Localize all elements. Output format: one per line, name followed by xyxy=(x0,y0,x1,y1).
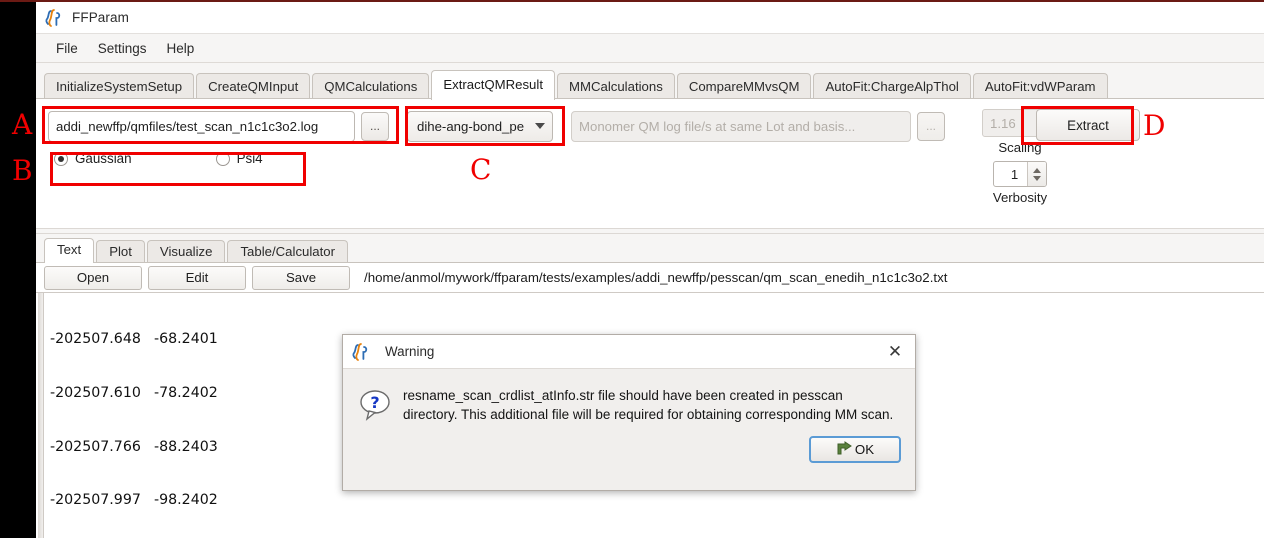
chevron-down-icon xyxy=(535,123,545,129)
row-angle: -98.2402 xyxy=(154,492,218,509)
row-angle: -68.2401 xyxy=(154,330,218,347)
radio-psi4-indicator xyxy=(215,151,230,166)
edit-button[interactable]: Edit xyxy=(148,265,246,290)
tab-autofit-chargealpthol[interactable]: AutoFit:ChargeAlpThol xyxy=(813,73,971,100)
tab-qmcalculations[interactable]: QMCalculations xyxy=(312,73,430,100)
text-row: -202507.766 -88.2403 xyxy=(50,439,227,457)
close-icon[interactable]: ✕ xyxy=(883,340,907,364)
text-row: -202507.997 -98.2402 xyxy=(50,492,227,510)
calc-type-combobox[interactable]: dihe-ang-bond_pe xyxy=(407,110,553,142)
qm-program-radiogroup: Gaussian Psi4 xyxy=(54,151,263,166)
annotation-letter-c: C xyxy=(470,153,492,186)
extract-input-row: addi_newffp/qmfiles/test_scan_n1c1c3o2.l… xyxy=(48,109,945,143)
question-balloon-icon: ? xyxy=(359,387,403,426)
annotation-letter-d: D xyxy=(1143,109,1166,142)
extract-panel: addi_newffp/qmfiles/test_scan_n1c1c3o2.l… xyxy=(36,98,1264,228)
ok-button[interactable]: OK xyxy=(809,436,901,463)
extract-button[interactable]: Extract xyxy=(1036,109,1140,141)
verbosity-spinner-arrows[interactable] xyxy=(1027,162,1046,186)
result-toolbar: Open Edit Save /home/anmol/mywork/ffpara… xyxy=(36,262,1264,292)
tab-autofit-vdwparam[interactable]: AutoFit:vdWParam xyxy=(972,73,1108,100)
text-row: -202507.610 -78.2402 xyxy=(50,385,227,403)
verbosity-group: 1 Verbosity xyxy=(958,161,1082,205)
verbosity-value: 1 xyxy=(1010,166,1019,182)
row-angle: -78.2402 xyxy=(154,384,218,401)
qm-log-file-input[interactable]: addi_newffp/qmfiles/test_scan_n1c1c3o2.l… xyxy=(48,110,355,142)
monomer-log-input[interactable]: Monomer QM log file/s at same Lot and ba… xyxy=(571,110,911,142)
radio-gaussian-label: Gaussian xyxy=(75,151,132,166)
menu-help[interactable]: Help xyxy=(157,38,205,59)
svg-text:?: ? xyxy=(370,393,379,412)
main-tabbar: InitializeSystemSetup CreateQMInput QMCa… xyxy=(36,63,1264,100)
annotation-letter-b: B xyxy=(12,154,33,187)
save-button[interactable]: Save xyxy=(252,265,350,290)
radio-gaussian[interactable]: Gaussian xyxy=(54,151,132,166)
menu-settings[interactable]: Settings xyxy=(88,38,157,59)
row-energy: -202507.766 xyxy=(50,438,141,455)
tab-plot[interactable]: Plot xyxy=(96,240,145,263)
verbosity-caption: Verbosity xyxy=(992,190,1048,205)
spinner-up-icon xyxy=(1033,167,1041,173)
tab-initializesystemsetup[interactable]: InitializeSystemSetup xyxy=(44,73,195,100)
tab-table-calculator[interactable]: Table/Calculator xyxy=(227,240,349,263)
radio-psi4-label: Psi4 xyxy=(236,151,263,166)
window-title: FFParam xyxy=(72,10,129,25)
dialog-title: Warning xyxy=(385,344,435,359)
result-text-lines: -202507.648 -68.2401 -202507.610 -78.2402 … xyxy=(50,295,227,538)
tab-comparemmvsqm[interactable]: CompareMMvsQM xyxy=(676,73,812,100)
qm-log-browse-button[interactable]: ... xyxy=(361,111,389,141)
green-arrow-icon xyxy=(836,440,853,459)
tab-visualize[interactable]: Visualize xyxy=(146,240,226,263)
radio-gaussian-indicator xyxy=(54,151,68,166)
calc-type-value: dihe-ang-bond_pe xyxy=(417,118,525,134)
text-row: -202507.648 -68.2401 xyxy=(50,331,227,349)
row-energy: -202507.648 xyxy=(50,330,141,347)
row-energy: -202507.997 xyxy=(50,492,141,509)
tab-mmcalculations[interactable]: MMCalculations xyxy=(557,73,675,100)
tab-text[interactable]: Text xyxy=(44,238,95,263)
dialog-message: resname_scan_crdlist_atInfo.str file sho… xyxy=(403,388,894,422)
row-angle: -88.2403 xyxy=(154,438,218,455)
dialog-body: ? resname_scan_crdlist_atInfo.str file s… xyxy=(343,369,915,426)
menu-file[interactable]: File xyxy=(46,38,88,59)
textarea-gutter xyxy=(38,293,44,538)
menubar: File Settings Help xyxy=(36,34,1264,63)
ffparam-window: FFParam File Settings Help InitializeSys… xyxy=(36,2,1264,538)
annotation-letter-a: A xyxy=(12,108,33,141)
radio-psi4[interactable]: Psi4 xyxy=(215,151,263,166)
warning-dialog: Warning ✕ ? resname_scan_crdlist_atInfo.… xyxy=(342,334,916,491)
scaling-caption: Scaling xyxy=(998,140,1042,155)
dialog-titlebar: Warning ✕ xyxy=(343,335,915,369)
ok-button-label: OK xyxy=(854,442,875,457)
spinner-down-icon xyxy=(1033,175,1041,181)
row-energy: -202507.610 xyxy=(50,384,141,401)
tab-createqminput[interactable]: CreateQMInput xyxy=(196,73,311,100)
verbosity-spinner[interactable]: 1 xyxy=(993,161,1047,187)
monomer-log-browse-button[interactable]: ... xyxy=(917,111,945,141)
tab-extractqmresult[interactable]: ExtractQMResult xyxy=(431,70,555,100)
open-button[interactable]: Open xyxy=(44,265,142,290)
ffparam-logo-icon xyxy=(351,342,373,362)
window-titlebar: FFParam xyxy=(36,2,1264,34)
ffparam-logo-icon xyxy=(44,8,66,28)
result-file-path: /home/anmol/mywork/ffparam/tests/example… xyxy=(364,270,948,285)
screenshot-root: FFParam File Settings Help InitializeSys… xyxy=(0,0,1264,538)
dialog-footer: OK xyxy=(343,426,915,463)
result-tabbar: Text Plot Visualize Table/Calculator xyxy=(36,234,1264,263)
